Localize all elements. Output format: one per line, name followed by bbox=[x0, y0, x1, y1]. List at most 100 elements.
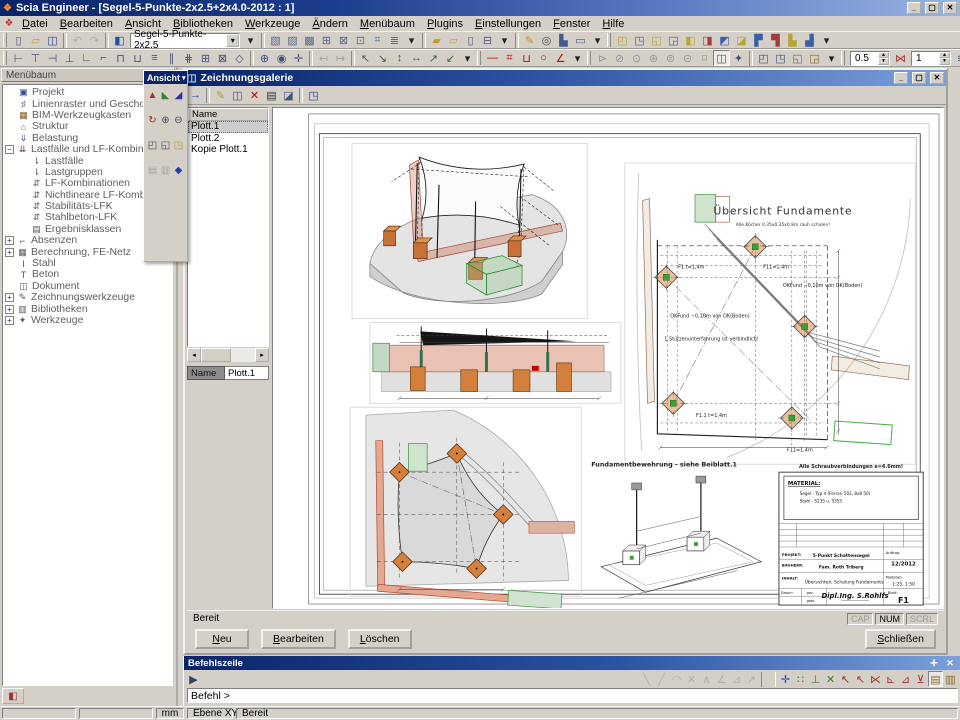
wireframe-icon[interactable]: ▨ bbox=[284, 32, 301, 48]
menu-menuebaum[interactable]: Menübaum bbox=[354, 17, 421, 31]
midpoint-snap-icon[interactable]: ↖ bbox=[853, 671, 868, 687]
layout-icon[interactable]: ▭ bbox=[572, 32, 589, 48]
node-tool-icon[interactable]: ◇ bbox=[231, 50, 248, 66]
endpoint-snap-icon[interactable]: ↖ bbox=[838, 671, 853, 687]
pad-tool-icon[interactable]: ⊠ bbox=[214, 50, 231, 66]
tree-expand-toggle[interactable]: + bbox=[5, 316, 14, 325]
activity-dropdown-icon[interactable]: ▾ bbox=[823, 50, 840, 66]
plot-list-hscrollbar[interactable]: ◂ ▸ bbox=[187, 348, 269, 362]
copy-plot-icon[interactable]: ◫ bbox=[229, 87, 246, 103]
load-panel-icon-6[interactable]: ◨ bbox=[699, 32, 716, 48]
preview-plot-icon[interactable]: ◳ bbox=[305, 87, 322, 103]
selection-icon-3[interactable]: ⊙ bbox=[628, 50, 645, 66]
open-plot-icon[interactable]: → bbox=[187, 87, 204, 103]
render-mode-icon[interactable]: ▧ bbox=[267, 32, 284, 48]
haunch-tool-icon[interactable]: ⊓ bbox=[112, 50, 129, 66]
ansicht-dropdown-icon[interactable]: ▾ bbox=[182, 74, 186, 82]
menu-hilfe[interactable]: Hilfe bbox=[596, 17, 630, 31]
preview-icon[interactable]: ◎ bbox=[538, 32, 555, 48]
toolbar-grip[interactable] bbox=[477, 51, 481, 65]
load-panel-icon-11[interactable]: ▙ bbox=[784, 32, 801, 48]
load-panel-icon-12[interactable]: ▟ bbox=[801, 32, 818, 48]
arbitrary-beam-icon[interactable]: ⊔ bbox=[129, 50, 146, 66]
separator[interactable] bbox=[749, 51, 753, 66]
undo-icon[interactable]: ↶ bbox=[69, 32, 86, 48]
volumes-icon[interactable]: ⊠ bbox=[335, 32, 352, 48]
menu-einstellungen[interactable]: Einstellungen bbox=[469, 17, 547, 31]
toolbar-grip[interactable] bbox=[607, 33, 611, 47]
align-dropdown-icon[interactable]: ▾ bbox=[459, 50, 476, 66]
measure-icon[interactable]: ✛ bbox=[290, 50, 307, 66]
menu-werkzeuge[interactable]: Werkzeuge bbox=[239, 17, 306, 31]
menu-plugins[interactable]: Plugins bbox=[421, 17, 469, 31]
zoom-in-icon[interactable]: ⊕ bbox=[160, 114, 172, 127]
befehlszeile-titlebar[interactable]: Befehlszeile ✛ ✕ bbox=[184, 656, 960, 670]
schliessen-button[interactable]: Schließen bbox=[865, 629, 936, 649]
perpendicular-snap-icon[interactable]: ⊾ bbox=[883, 671, 898, 687]
truss-tool-icon[interactable]: ≡ bbox=[146, 50, 163, 66]
scrollbar-thumb[interactable] bbox=[201, 348, 231, 362]
tree-item-beton[interactable]: T Beton bbox=[3, 269, 172, 280]
tree-expand-toggle[interactable]: + bbox=[5, 236, 14, 245]
scroll-right-icon[interactable]: ▸ bbox=[255, 348, 269, 362]
edit-plot-icon[interactable]: ✎ bbox=[212, 87, 229, 103]
filter-icon-3[interactable]: ✦ bbox=[730, 50, 747, 66]
selection-icon-4[interactable]: ⊛ bbox=[645, 50, 662, 66]
list-item-plott-1[interactable]: Plott.1 bbox=[188, 121, 268, 133]
draw-rect-icon[interactable]: ⊔ bbox=[518, 50, 535, 66]
filter-icon-1[interactable]: ⌑ bbox=[696, 50, 713, 66]
load-panel-dropdown-icon[interactable]: ▾ bbox=[818, 32, 835, 48]
export-plot-icon[interactable]: ◪ bbox=[280, 87, 297, 103]
clipboard-icon-1[interactable]: ◰ bbox=[755, 50, 772, 66]
spin-down-icon[interactable]: ▼ bbox=[878, 58, 889, 65]
neu-button[interactable]: Neu bbox=[195, 629, 249, 649]
activity-icon-2[interactable]: ◲ bbox=[806, 50, 823, 66]
new-project-icon[interactable]: ▯ bbox=[10, 32, 27, 48]
selection-icon-1[interactable]: ⊳ bbox=[594, 50, 611, 66]
intersection-snap-icon[interactable]: ⋉ bbox=[868, 671, 883, 687]
snap-line-icon[interactable]: ╲ bbox=[639, 671, 654, 687]
tree-expand-toggle[interactable]: + bbox=[5, 248, 14, 257]
view-axo-icon[interactable]: ▲ bbox=[147, 89, 159, 102]
ansicht-titlebar[interactable]: Ansicht ▾ bbox=[144, 71, 187, 84]
separator[interactable] bbox=[351, 51, 355, 66]
document-icon[interactable]: ▯ bbox=[462, 32, 479, 48]
toolbar-grip[interactable] bbox=[587, 51, 591, 65]
separator[interactable] bbox=[206, 88, 210, 103]
snap-triangle-icon[interactable]: ⊿ bbox=[729, 671, 744, 687]
block-tool-icon[interactable]: ⊞ bbox=[197, 50, 214, 66]
menubaum-tab-button[interactable]: ◧ bbox=[2, 688, 24, 704]
align-icon-5[interactable]: ↗ bbox=[425, 50, 442, 66]
scale-stepper-arrows[interactable]: ▲▼ bbox=[878, 52, 889, 65]
zoom-selection-icon[interactable]: ◳ bbox=[173, 139, 185, 152]
prev-view-icon[interactable]: ▤ bbox=[147, 164, 159, 177]
calculator-icon[interactable]: ⊟ bbox=[479, 32, 496, 48]
tangent-snap-icon[interactable]: ⊿ bbox=[898, 671, 913, 687]
align-icon-2[interactable]: ↘ bbox=[374, 50, 391, 66]
grid-snap-icon[interactable]: ∷ bbox=[793, 671, 808, 687]
plot-list-header[interactable]: Name bbox=[188, 108, 268, 121]
tree-item-werkzeuge[interactable]: + ✦ Werkzeuge bbox=[3, 315, 172, 326]
ortho-snap-icon[interactable]: ⊥ bbox=[808, 671, 823, 687]
spin-down-icon[interactable]: ▼ bbox=[939, 58, 950, 65]
rib-tool-icon[interactable]: ⌐ bbox=[95, 50, 112, 66]
save-icon[interactable]: ◫ bbox=[44, 32, 61, 48]
plate-tool-icon[interactable]: ⊣ bbox=[44, 50, 61, 66]
view-x-icon[interactable]: ◣ bbox=[160, 89, 172, 102]
column-tool-icon[interactable]: ⊤ bbox=[27, 50, 44, 66]
loeschen-button[interactable]: Löschen bbox=[348, 629, 412, 649]
rotate-view-icon[interactable]: ↻ bbox=[147, 114, 159, 127]
load-panel-icon-8[interactable]: ◪ bbox=[733, 32, 750, 48]
gallery-maximize-button[interactable]: ▢ bbox=[912, 72, 926, 84]
scale-stepper[interactable]: 0.5 ▲▼ bbox=[850, 51, 890, 66]
view-y-icon[interactable]: ◢ bbox=[173, 89, 185, 102]
tree-item-dokument[interactable]: ◫ Dokument bbox=[3, 281, 172, 292]
snap-close-icon[interactable]: ✕ bbox=[684, 671, 699, 687]
activity-icon-1[interactable]: ◱ bbox=[789, 50, 806, 66]
separator[interactable] bbox=[422, 33, 426, 48]
status-unit[interactable]: mm bbox=[156, 708, 184, 719]
separator[interactable] bbox=[309, 51, 313, 66]
load-panel-icon-1[interactable]: ◰ bbox=[614, 32, 631, 48]
beam-tool-icon[interactable]: ⊢ bbox=[10, 50, 27, 66]
hidden-lines-icon[interactable]: ▩ bbox=[301, 32, 318, 48]
